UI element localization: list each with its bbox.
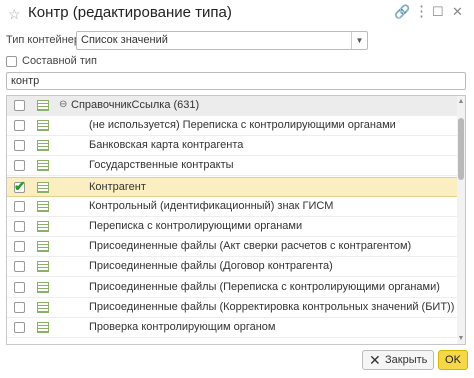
close-button[interactable]: ✕ Закрыть — [362, 350, 434, 370]
favorite-star-icon[interactable]: ☆ — [8, 6, 21, 23]
item-checkbox[interactable]: ✔ — [14, 178, 26, 194]
list-item[interactable]: Банковская карта контрагента — [7, 136, 459, 157]
item-label: Проверка контролирующим органом — [89, 321, 276, 333]
item-checkbox[interactable] — [14, 160, 25, 172]
close-x-icon: ✕ — [369, 352, 381, 368]
group-label: СправочникСсылка (631) — [71, 99, 200, 111]
item-checkbox[interactable] — [14, 301, 25, 313]
search-input[interactable]: контр — [6, 72, 466, 90]
table-icon — [37, 301, 49, 313]
item-label: Контрагент — [89, 180, 146, 193]
table-icon — [37, 281, 49, 293]
table-icon — [37, 261, 49, 273]
composite-type-label: Составной тип — [22, 55, 97, 67]
window-title: Контр (редактирование типа) — [28, 4, 232, 21]
scroll-up-icon[interactable]: ▲ — [457, 98, 465, 105]
item-label: Присоединенные файлы (Переписка с контро… — [89, 280, 440, 293]
list-item[interactable]: Проверка контролирующим органом — [7, 318, 459, 338]
item-label: Государственные контракты — [89, 159, 234, 172]
types-list[interactable]: ⊖ СправочникСсылка (631) (не используетс… — [6, 95, 466, 345]
table-icon — [37, 221, 49, 232]
item-checkbox[interactable] — [14, 221, 25, 232]
list-item[interactable]: Контрольный (идентификационный) знак ГИС… — [7, 197, 459, 217]
item-checkbox[interactable] — [14, 261, 25, 273]
title-bar: ☆ Контр (редактирование типа) 🔗 ⋮ ☐ ✕ — [0, 0, 474, 30]
list-item[interactable]: ✔ Контрагент — [7, 176, 459, 197]
item-label: Контрольный (идентификационный) знак ГИС… — [89, 199, 334, 212]
scroll-thumb[interactable] — [458, 118, 464, 180]
table-icon — [37, 241, 49, 253]
item-label: Присоединенные файлы (Акт сверки расчето… — [89, 240, 412, 253]
item-checkbox[interactable] — [14, 140, 25, 152]
ok-button-label: OK — [445, 354, 461, 366]
group-row[interactable]: ⊖ СправочникСсылка (631) — [7, 96, 459, 116]
table-icon — [37, 200, 49, 212]
item-label: Присоединенные файлы (Корректировка конт… — [89, 300, 455, 313]
item-label: Переписка с контролирующими органами — [89, 220, 303, 232]
item-checkbox[interactable] — [14, 322, 25, 333]
container-type-select[interactable]: Список значений ▼ — [76, 31, 368, 50]
item-label: Банковская карта контрагента — [89, 139, 244, 152]
list-scrollbar[interactable]: ▲ ▼ — [457, 96, 465, 344]
table-icon — [37, 100, 49, 111]
item-checkbox[interactable] — [14, 241, 25, 253]
list-item[interactable]: Присоединенные файлы (Корректировка конт… — [7, 298, 459, 318]
table-icon — [37, 160, 49, 172]
table-icon — [37, 181, 49, 193]
item-checkbox[interactable] — [14, 120, 25, 131]
list-item[interactable]: (не используется) Переписка с контролиру… — [7, 116, 459, 136]
list-item[interactable]: Присоединенные файлы (Договор контрагент… — [7, 257, 459, 278]
checkmark-icon: ✔ — [14, 177, 26, 194]
link-icon[interactable]: 🔗 — [394, 4, 410, 20]
close-button-label: Закрыть — [385, 354, 428, 366]
more-menu-icon[interactable]: ⋮ — [414, 2, 429, 20]
scroll-down-icon[interactable]: ▼ — [457, 335, 465, 342]
list-item[interactable]: Присоединенные файлы (Акт сверки расчето… — [7, 237, 459, 258]
collapse-icon[interactable]: ⊖ — [59, 99, 67, 110]
list-item[interactable]: Переписка с контролирующими органами — [7, 217, 459, 237]
close-icon[interactable]: ✕ — [452, 4, 463, 20]
composite-type-checkbox[interactable] — [6, 56, 17, 67]
list-item[interactable]: Присоединенные файлы (Переписка с контро… — [7, 278, 459, 298]
ok-button[interactable]: OK — [438, 350, 468, 370]
list-item[interactable]: Государственные контракты — [7, 156, 459, 177]
item-label: Присоединенные файлы (Договор контрагент… — [89, 260, 333, 273]
table-icon — [37, 140, 49, 152]
search-input-value: контр — [11, 75, 40, 87]
table-icon — [37, 322, 49, 333]
maximize-icon[interactable]: ☐ — [432, 4, 444, 20]
container-type-value: Список значений — [81, 34, 168, 46]
table-icon — [37, 120, 49, 131]
dropdown-arrow-icon[interactable]: ▼ — [351, 32, 367, 49]
item-checkbox[interactable] — [14, 281, 25, 293]
item-label: (не используется) Переписка с контролиру… — [89, 119, 396, 131]
group-checkbox[interactable] — [14, 100, 25, 111]
item-checkbox[interactable] — [14, 200, 25, 212]
